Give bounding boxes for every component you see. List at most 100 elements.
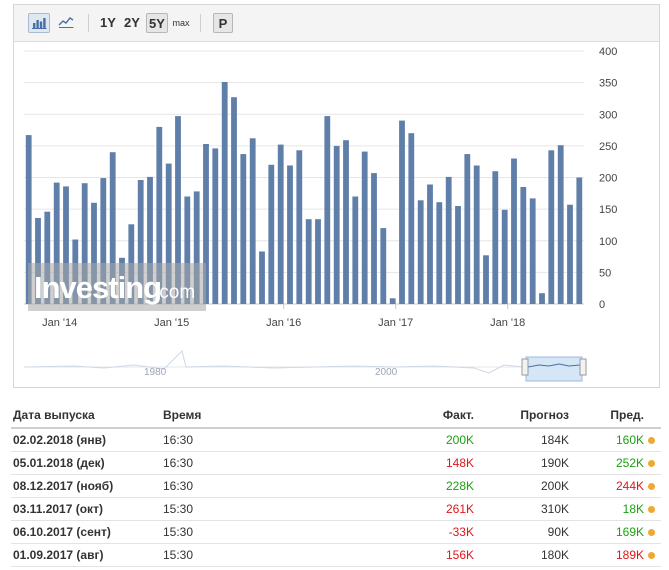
header-release-date[interactable]: Дата выпуска (11, 402, 161, 429)
period-5y-button[interactable]: 5Y (146, 13, 168, 33)
period-1y-button[interactable]: 1Y (98, 13, 118, 33)
release-date-cell: 05.01.2018 (дек) (11, 451, 161, 475)
bar[interactable] (576, 177, 583, 305)
x-tick-label: Jan '14 (42, 317, 77, 329)
bar[interactable] (249, 138, 256, 304)
y-tick-label: 400 (599, 46, 617, 58)
bar[interactable] (305, 219, 312, 304)
header-importance (646, 402, 661, 429)
bar[interactable] (221, 82, 228, 304)
bar[interactable] (212, 148, 219, 304)
header-actual[interactable]: Факт. (416, 402, 476, 429)
importance-cell (646, 428, 661, 452)
y-tick-label: 300 (599, 109, 617, 121)
y-tick-label: 150 (599, 204, 617, 216)
actual-value-cell: 261K (416, 497, 476, 521)
watermark-brand: Investing (34, 270, 161, 305)
importance-dot-icon (648, 506, 655, 513)
bar[interactable] (324, 116, 331, 304)
bar[interactable] (445, 176, 452, 304)
importance-cell (646, 543, 661, 567)
y-tick-label: 350 (599, 78, 617, 90)
header-forecast[interactable]: Прогноз (476, 402, 571, 429)
time-cell: 15:30 (161, 497, 416, 521)
forecast-value-cell: 200K (476, 474, 571, 498)
toolbar-separator (88, 14, 89, 32)
importance-cell (646, 520, 661, 544)
bar[interactable] (567, 204, 573, 304)
bar[interactable] (240, 154, 247, 304)
p-button[interactable]: P (213, 13, 233, 33)
table-row: 05.01.2018 (дек) 16:30 148K 190K 252K (11, 451, 661, 475)
importance-cell (646, 474, 661, 498)
bar[interactable] (539, 293, 545, 304)
time-cell: 15:30 (161, 543, 416, 567)
bar[interactable] (333, 145, 340, 304)
header-time[interactable]: Время (161, 402, 416, 429)
bar[interactable] (427, 184, 433, 305)
release-date-cell: 06.10.2017 (сент) (11, 520, 161, 544)
bar[interactable] (315, 219, 321, 304)
table-row: 06.10.2017 (сент) 15:30 -33K 90K 169K (11, 520, 661, 544)
actual-value-cell: 228K (416, 474, 476, 498)
bar[interactable] (231, 97, 237, 304)
navigator-left-handle[interactable] (521, 358, 529, 376)
bar[interactable] (492, 171, 499, 304)
watermark-suffix: .com (154, 282, 195, 303)
actual-value-cell: 156K (416, 543, 476, 567)
previous-value-cell: 189K (571, 543, 646, 567)
bar[interactable] (501, 209, 508, 304)
importance-dot-icon (648, 460, 655, 467)
bar[interactable] (296, 150, 303, 304)
bar-chart-icon[interactable] (28, 13, 50, 33)
bar[interactable] (529, 198, 536, 304)
time-cell: 16:30 (161, 451, 416, 475)
period-max-button[interactable]: max (171, 13, 191, 33)
bar[interactable] (417, 200, 424, 304)
period-2y-button[interactable]: 2Y (122, 13, 142, 33)
line-chart-icon[interactable] (56, 13, 78, 33)
chart-toolbar: 1Y 2Y 5Y max P (14, 5, 659, 42)
bar[interactable] (557, 145, 564, 304)
importance-dot-icon (648, 529, 655, 536)
release-date-cell: 01.09.2017 (авг) (11, 543, 161, 567)
forecast-value-cell: 90K (476, 520, 571, 544)
bar[interactable] (548, 150, 555, 304)
bar[interactable] (511, 158, 517, 305)
bar[interactable] (343, 140, 349, 304)
forecast-value-cell: 184K (476, 428, 571, 452)
bar[interactable] (399, 120, 405, 304)
y-tick-label: 200 (599, 173, 617, 185)
importance-cell (646, 497, 661, 521)
investing-logo-watermark: Investing .com (28, 263, 206, 311)
bar[interactable] (408, 133, 415, 304)
forecast-value-cell: 310K (476, 497, 571, 521)
toolbar-separator (200, 14, 201, 32)
bar[interactable] (361, 151, 368, 304)
bar[interactable] (380, 228, 387, 304)
bar[interactable] (389, 298, 396, 304)
bar[interactable] (473, 165, 480, 305)
y-tick-label: 50 (599, 267, 611, 279)
y-tick-label: 250 (599, 141, 617, 153)
bar[interactable] (268, 164, 275, 304)
time-navigator[interactable]: 1980 2000 (14, 345, 659, 385)
bar[interactable] (352, 196, 359, 305)
bar[interactable] (371, 173, 377, 304)
chart-panel: 1Y 2Y 5Y max P Investing .com 0 50 100 150 2… (13, 4, 660, 388)
header-previous[interactable]: Пред. (571, 402, 646, 429)
bar[interactable] (287, 165, 293, 305)
bar[interactable] (277, 144, 284, 304)
bar[interactable] (455, 206, 461, 304)
bar[interactable] (259, 251, 265, 305)
bar[interactable] (436, 202, 443, 304)
bar[interactable] (464, 154, 471, 304)
forecast-value-cell: 190K (476, 451, 571, 475)
bar[interactable] (483, 255, 489, 304)
navigator-range-selection[interactable] (525, 356, 583, 382)
table-row: 02.02.2018 (янв) 16:30 200K 184K 160K (11, 428, 661, 452)
importance-dot-icon (648, 437, 655, 444)
bar[interactable] (520, 187, 527, 304)
actual-value-cell: 148K (416, 451, 476, 475)
navigator-right-handle[interactable] (579, 358, 587, 376)
